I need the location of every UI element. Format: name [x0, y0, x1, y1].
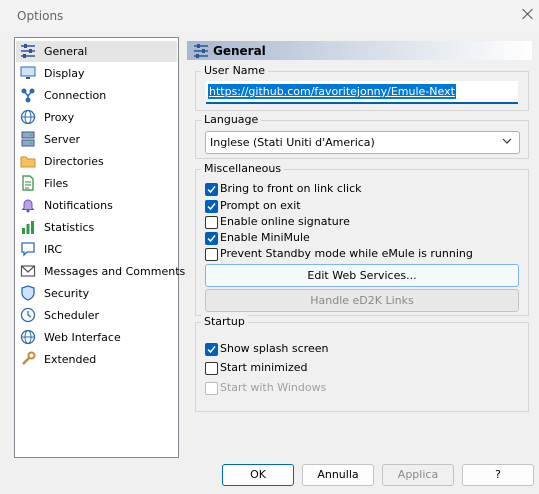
file-icon	[22, 175, 34, 191]
group-label: Miscellaneous	[201, 162, 285, 175]
sidebar-item-notifications[interactable]: Notifications	[16, 195, 177, 216]
sliders-icon	[21, 44, 35, 58]
sidebar-item-web-interface[interactable]: Web Interface	[16, 327, 177, 348]
language-select[interactable]: Inglese (Stati Uniti d'America)	[205, 131, 520, 154]
sliders-icon	[194, 44, 208, 58]
group-label: Language	[201, 113, 262, 126]
sidebar-item-label: Notifications	[44, 199, 113, 212]
title-bar: Options	[0, 0, 539, 32]
clock-icon	[20, 307, 36, 323]
button-label: Edit Web Services...	[307, 269, 417, 282]
checkbox-checked[interactable]	[205, 343, 218, 356]
button-label: ?	[495, 468, 501, 481]
group-label: User Name	[201, 64, 269, 77]
sidebar-item-label: Security	[44, 287, 90, 300]
button-label: OK	[250, 468, 266, 481]
network-icon	[21, 88, 35, 103]
chat-icon	[21, 242, 35, 257]
checkbox-label: Start minimized	[220, 361, 308, 374]
cancel-button[interactable]: Annulla	[302, 464, 374, 486]
language-value: Inglese (Stati Uniti d'America)	[210, 136, 375, 149]
button-label: Annulla	[317, 468, 359, 481]
options-category-list[interactable]: General Display Connection Proxy Server …	[14, 37, 185, 458]
help-button[interactable]: ?	[462, 464, 534, 486]
user-name-input[interactable]: https://github.com/favoritejonny/Emule-N…	[206, 81, 518, 104]
sidebar-item-extended[interactable]: Extended	[16, 349, 177, 370]
button-label: Handle eD2K Links	[310, 294, 414, 307]
checkbox-label: Prevent Standby mode while eMule is runn…	[220, 247, 473, 260]
wrench-icon	[22, 351, 36, 365]
server-icon	[21, 131, 35, 147]
sidebar-item-irc[interactable]: IRC	[16, 239, 177, 260]
sidebar-item-label: Connection	[44, 89, 107, 102]
checkbox-unchecked[interactable]	[205, 216, 218, 229]
button-label: Applica	[397, 468, 439, 481]
sidebar-item-general[interactable]: General	[16, 41, 177, 62]
sidebar-item-security[interactable]: Security	[16, 283, 177, 304]
sidebar-item-label: Scheduler	[44, 309, 100, 322]
sidebar-item-label: Directories	[44, 155, 104, 168]
window-title: Options	[17, 9, 64, 23]
sidebar-item-label: IRC	[44, 243, 63, 256]
sidebar-item-directories[interactable]: Directories	[16, 151, 177, 172]
sidebar-item-files[interactable]: Files	[16, 173, 177, 194]
sidebar-item-label: Extended	[44, 353, 97, 366]
sidebar-item-label: Proxy	[44, 111, 75, 124]
globe-icon	[20, 109, 36, 125]
checkbox-checked[interactable]	[205, 183, 218, 196]
sidebar-item-statistics[interactable]: Statistics	[16, 217, 177, 238]
ok-button[interactable]: OK	[222, 464, 294, 486]
bell-icon	[21, 199, 35, 213]
monitor-icon	[20, 66, 36, 79]
sidebar-item-label: Files	[44, 177, 69, 190]
user-name-value: https://github.com/favoritejonny/Emule-N…	[208, 84, 456, 99]
sidebar-item-label: Display	[44, 67, 85, 80]
handle-ed2k-links-button[interactable]: Handle eD2K Links	[205, 289, 519, 312]
sidebar-item-label: Web Interface	[44, 331, 121, 344]
page-title: General	[213, 44, 266, 58]
checkbox-unchecked[interactable]	[205, 248, 218, 261]
group-label: Startup	[201, 315, 248, 328]
checkbox-label: Show splash screen	[220, 342, 329, 355]
checkbox-label: Start with Windows	[220, 381, 327, 394]
sidebar-item-display[interactable]: Display	[16, 63, 177, 84]
edit-web-services-button[interactable]: Edit Web Services...	[205, 264, 519, 287]
sidebar-item-connection[interactable]: Connection	[16, 85, 177, 106]
checkbox-label: Bring to front on link click	[220, 182, 362, 195]
bar-chart-icon	[22, 221, 34, 234]
sidebar-item-label: Statistics	[44, 221, 95, 234]
sidebar-item-scheduler[interactable]: Scheduler	[16, 305, 177, 326]
checkbox-unchecked[interactable]	[205, 362, 218, 375]
sidebar-item-server[interactable]: Server	[16, 129, 177, 150]
checkbox-checked[interactable]	[205, 200, 218, 213]
globe-icon	[20, 329, 36, 345]
chevron-down-icon	[502, 138, 512, 144]
checkbox-label: Prompt on exit	[220, 199, 301, 212]
shield-icon	[21, 285, 35, 301]
close-icon[interactable]	[518, 5, 538, 25]
page-header: General	[187, 41, 532, 60]
sidebar-item-label: Server	[44, 133, 81, 146]
apply-button[interactable]: Applica	[382, 464, 454, 486]
sidebar-item-label: Messages and Comments	[44, 265, 186, 278]
checkbox-disabled	[205, 382, 218, 395]
checkbox-label: Enable MiniMule	[220, 231, 310, 244]
checkbox-checked[interactable]	[205, 232, 218, 245]
sidebar-item-label: General	[44, 45, 88, 58]
checkbox-label: Enable online signature	[220, 215, 350, 228]
folder-icon	[20, 156, 36, 168]
sidebar-item-proxy[interactable]: Proxy	[16, 107, 177, 128]
sidebar-item-messages-and-comments[interactable]: Messages and Comments	[16, 261, 185, 282]
message-icon	[20, 265, 36, 277]
